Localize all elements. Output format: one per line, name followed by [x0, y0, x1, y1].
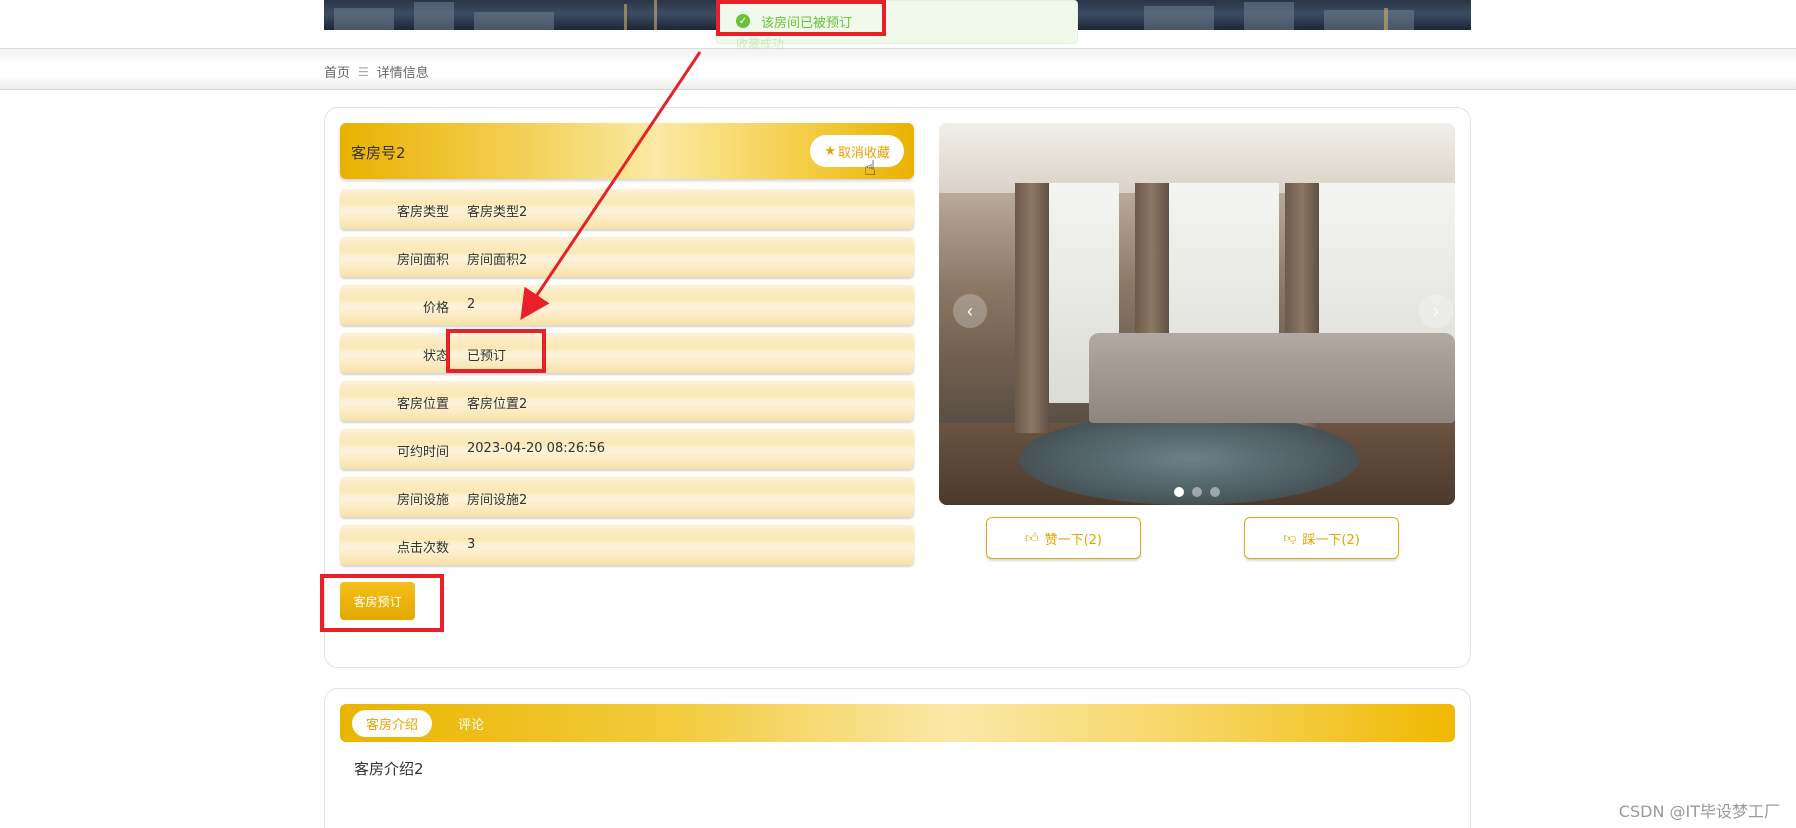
annotation-arrow [520, 51, 702, 320]
watermark: CSDN @IT毕设梦工厂 [1618, 802, 1780, 821]
